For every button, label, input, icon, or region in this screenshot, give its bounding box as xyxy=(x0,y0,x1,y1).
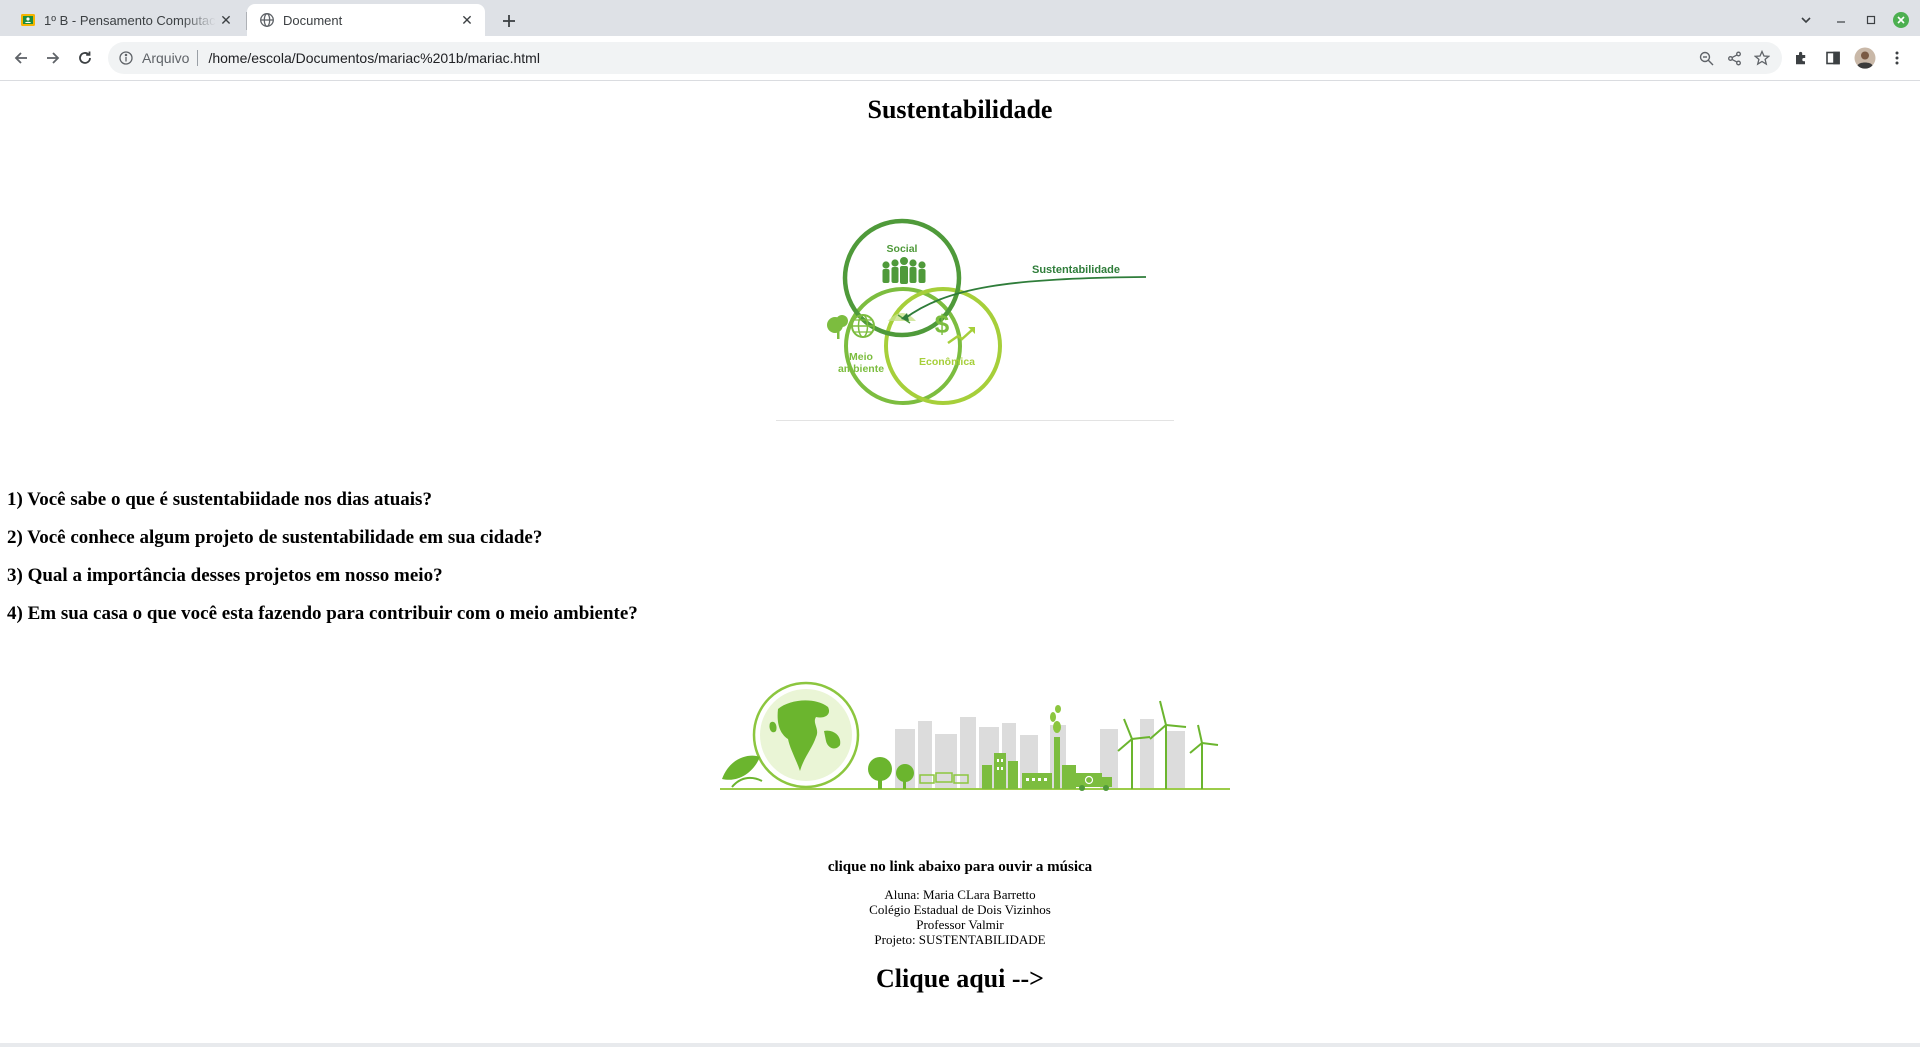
venn-label-economica: Econômica xyxy=(919,356,975,368)
venn-label-social: Social xyxy=(887,243,918,255)
window-bottom-edge xyxy=(0,1043,1920,1047)
venn-label-meio-1: Meio xyxy=(849,351,873,363)
tab-pensamento[interactable]: 1º B - Pensamento Computacional ✕ xyxy=(8,4,244,36)
share-icon[interactable] xyxy=(1720,44,1748,72)
sustainability-venn-image: $ Social Meio ambiente Econômica Sustent… xyxy=(827,218,1147,405)
eco-city-globe-image xyxy=(720,681,1230,791)
browser-toolbar: Arquivo /home/escola/Documentos/mariac%2… xyxy=(0,36,1920,81)
url-text[interactable]: /home/escola/Documentos/mariac%201b/mari… xyxy=(208,50,539,66)
credit-teacher: Professor Valmir xyxy=(916,917,1004,932)
tab-title: Document xyxy=(283,12,343,28)
venn-label-sustentabilidade: Sustentabilidade xyxy=(1032,264,1120,276)
credit-project: Projeto: SUSTENTABILIDADE xyxy=(874,932,1046,947)
extensions-icon[interactable] xyxy=(1787,44,1815,72)
profile-avatar[interactable] xyxy=(1851,44,1879,72)
credits-block: Aluna: Maria CLara Barretto Colégio Esta… xyxy=(0,887,1920,947)
question-item: 2) Você conhece algum projeto de sustent… xyxy=(7,527,543,548)
question-list: 1) Você sabe o que é sustentabiidade nos… xyxy=(7,481,638,633)
maximize-icon[interactable] xyxy=(1859,8,1883,32)
image-divider xyxy=(776,420,1174,421)
close-window-icon[interactable] xyxy=(1889,8,1913,32)
minimize-icon[interactable] xyxy=(1829,8,1853,32)
scheme-label: Arquivo xyxy=(142,50,190,66)
close-tab-icon[interactable]: ✕ xyxy=(457,10,477,30)
people-icon xyxy=(882,257,926,284)
venn-label-meio-2: ambiente xyxy=(838,363,884,375)
credit-school: Colégio Estadual de Dois Vizinhos xyxy=(869,902,1051,917)
music-prompt: clique no link abaixo para ouvir a músic… xyxy=(827,859,1093,875)
credit-student: Aluna: Maria CLara Barretto xyxy=(884,887,1036,902)
new-tab-button[interactable] xyxy=(497,9,521,33)
back-icon[interactable] xyxy=(7,44,35,72)
close-tab-icon[interactable]: ✕ xyxy=(216,10,236,30)
reload-icon[interactable] xyxy=(71,44,99,72)
tab-strip: 1º B - Pensamento Computacional ✕ Docume… xyxy=(0,0,1920,36)
info-icon[interactable] xyxy=(118,50,134,66)
svg-text:$: $ xyxy=(935,309,950,339)
menu-icon[interactable] xyxy=(1883,44,1911,72)
page-content: Sustentabilidade $ Social Meio ambiente … xyxy=(0,81,1920,1047)
classroom-icon xyxy=(20,12,36,28)
question-item: 1) Você sabe o que é sustentabiidade nos… xyxy=(7,489,432,510)
scheme-divider xyxy=(197,50,199,66)
zoom-icon[interactable] xyxy=(1692,44,1720,72)
music-link[interactable]: Clique aqui --> xyxy=(876,964,1044,993)
question-item: 3) Qual a importância desses projetos em… xyxy=(7,565,443,586)
tab-document[interactable]: Document ✕ xyxy=(247,4,485,36)
globe-icon xyxy=(259,12,275,28)
side-panel-icon[interactable] xyxy=(1819,44,1847,72)
question-item: 4) Em sua casa o que você esta fazendo p… xyxy=(7,603,638,624)
address-bar[interactable]: Arquivo /home/escola/Documentos/mariac%2… xyxy=(108,42,1782,74)
bookmark-star-icon[interactable] xyxy=(1748,44,1776,72)
forward-icon[interactable] xyxy=(39,44,67,72)
tab-title: 1º B - Pensamento Computacional xyxy=(44,12,216,28)
music-link-container: Clique aqui --> xyxy=(0,964,1920,994)
tab-search-icon[interactable] xyxy=(1794,8,1818,32)
page-title: Sustentabilidade xyxy=(867,95,1053,124)
